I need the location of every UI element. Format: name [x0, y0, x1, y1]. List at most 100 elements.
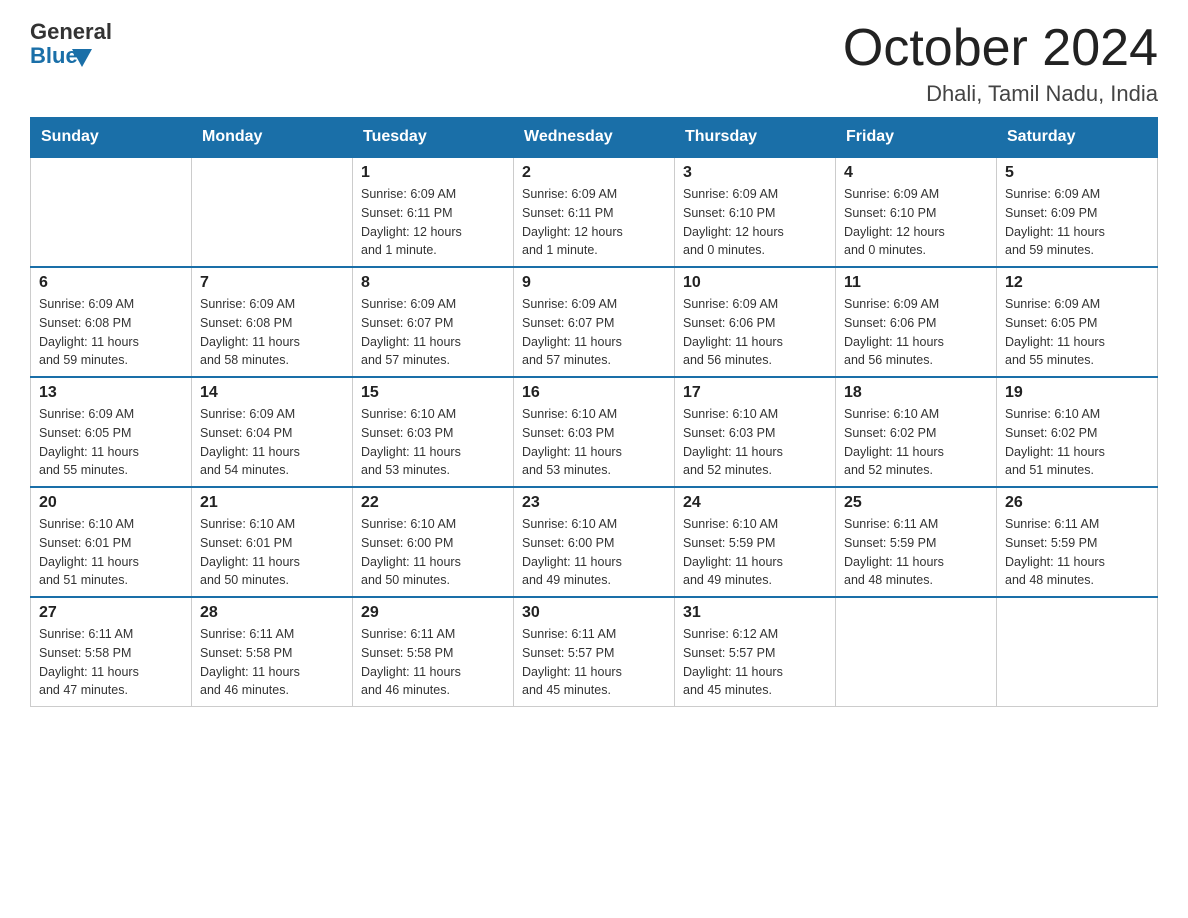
- header-tuesday: Tuesday: [353, 118, 514, 158]
- calendar-title: October 2024: [843, 20, 1158, 77]
- day-number: 15: [361, 384, 505, 402]
- header-wednesday: Wednesday: [514, 118, 675, 158]
- day-number: 1: [361, 164, 505, 182]
- day-info: Sunrise: 6:10 AM Sunset: 6:03 PM Dayligh…: [683, 405, 827, 480]
- day-number: 14: [200, 384, 344, 402]
- calendar-cell: 17 Sunrise: 6:10 AM Sunset: 6:03 PM Dayli…: [675, 377, 836, 487]
- day-info: Sunrise: 6:09 AM Sunset: 6:05 PM Dayligh…: [1005, 295, 1149, 370]
- day-info: Sunrise: 6:09 AM Sunset: 6:05 PM Dayligh…: [39, 405, 183, 480]
- day-number: 17: [683, 384, 827, 402]
- calendar-cell: 9 Sunrise: 6:09 AM Sunset: 6:07 PM Daylig…: [514, 267, 675, 377]
- title-area: October 2024 Dhali, Tamil Nadu, India: [843, 20, 1158, 107]
- day-info: Sunrise: 6:09 AM Sunset: 6:08 PM Dayligh…: [200, 295, 344, 370]
- day-number: 21: [200, 494, 344, 512]
- day-number: 28: [200, 604, 344, 622]
- calendar-table: SundayMondayTuesdayWednesdayThursdayFrid…: [30, 117, 1158, 707]
- day-number: 20: [39, 494, 183, 512]
- calendar-cell: 19 Sunrise: 6:10 AM Sunset: 6:02 PM Dayli…: [997, 377, 1158, 487]
- day-info: Sunrise: 6:11 AM Sunset: 5:59 PM Dayligh…: [1005, 515, 1149, 590]
- calendar-cell: 6 Sunrise: 6:09 AM Sunset: 6:08 PM Daylig…: [31, 267, 192, 377]
- calendar-cell: [836, 597, 997, 707]
- day-number: 4: [844, 164, 988, 182]
- day-number: 9: [522, 274, 666, 292]
- day-number: 3: [683, 164, 827, 182]
- day-number: 27: [39, 604, 183, 622]
- day-number: 31: [683, 604, 827, 622]
- day-number: 2: [522, 164, 666, 182]
- day-number: 13: [39, 384, 183, 402]
- calendar-cell: 28 Sunrise: 6:11 AM Sunset: 5:58 PM Dayli…: [192, 597, 353, 707]
- calendar-cell: 24Sunrise: 6:10 AM Sunset: 5:59 PM Dayli…: [675, 487, 836, 597]
- logo-blue: Blue: [30, 44, 78, 68]
- day-info: Sunrise: 6:12 AM Sunset: 5:57 PM Dayligh…: [683, 625, 827, 700]
- calendar-cell: 11Sunrise: 6:09 AM Sunset: 6:06 PM Dayli…: [836, 267, 997, 377]
- logo-general: General: [30, 20, 112, 44]
- day-number: 19: [1005, 384, 1149, 402]
- day-info: Sunrise: 6:11 AM Sunset: 5:58 PM Dayligh…: [361, 625, 505, 700]
- calendar-cell: 14Sunrise: 6:09 AM Sunset: 6:04 PM Dayli…: [192, 377, 353, 487]
- calendar-cell: 8 Sunrise: 6:09 AM Sunset: 6:07 PM Daylig…: [353, 267, 514, 377]
- calendar-cell: 13 Sunrise: 6:09 AM Sunset: 6:05 PM Dayli…: [31, 377, 192, 487]
- calendar-cell: 30Sunrise: 6:11 AM Sunset: 5:57 PM Dayli…: [514, 597, 675, 707]
- day-number: 25: [844, 494, 988, 512]
- calendar-week-1: 1 Sunrise: 6:09 AM Sunset: 6:11 PM Daylig…: [31, 157, 1158, 267]
- day-info: Sunrise: 6:10 AM Sunset: 6:01 PM Dayligh…: [200, 515, 344, 590]
- calendar-cell: 26Sunrise: 6:11 AM Sunset: 5:59 PM Dayli…: [997, 487, 1158, 597]
- calendar-cell: [31, 157, 192, 267]
- day-info: Sunrise: 6:09 AM Sunset: 6:07 PM Dayligh…: [361, 295, 505, 370]
- header-saturday: Saturday: [997, 118, 1158, 158]
- day-info: Sunrise: 6:09 AM Sunset: 6:06 PM Dayligh…: [683, 295, 827, 370]
- calendar-cell: 23 Sunrise: 6:10 AM Sunset: 6:00 PM Dayli…: [514, 487, 675, 597]
- day-info: Sunrise: 6:10 AM Sunset: 6:03 PM Dayligh…: [361, 405, 505, 480]
- calendar-cell: 21 Sunrise: 6:10 AM Sunset: 6:01 PM Dayli…: [192, 487, 353, 597]
- day-info: Sunrise: 6:10 AM Sunset: 6:00 PM Dayligh…: [522, 515, 666, 590]
- day-info: Sunrise: 6:10 AM Sunset: 6:01 PM Dayligh…: [39, 515, 183, 590]
- calendar-week-4: 20 Sunrise: 6:10 AM Sunset: 6:01 PM Dayli…: [31, 487, 1158, 597]
- day-info: Sunrise: 6:10 AM Sunset: 6:02 PM Dayligh…: [844, 405, 988, 480]
- day-number: 23: [522, 494, 666, 512]
- day-number: 10: [683, 274, 827, 292]
- day-number: 16: [522, 384, 666, 402]
- calendar-cell: [997, 597, 1158, 707]
- calendar-cell: 16Sunrise: 6:10 AM Sunset: 6:03 PM Dayli…: [514, 377, 675, 487]
- day-number: 18: [844, 384, 988, 402]
- calendar-cell: 12 Sunrise: 6:09 AM Sunset: 6:05 PM Dayli…: [997, 267, 1158, 377]
- calendar-cell: 31 Sunrise: 6:12 AM Sunset: 5:57 PM Dayli…: [675, 597, 836, 707]
- calendar-cell: 29Sunrise: 6:11 AM Sunset: 5:58 PM Dayli…: [353, 597, 514, 707]
- day-info: Sunrise: 6:10 AM Sunset: 6:00 PM Dayligh…: [361, 515, 505, 590]
- calendar-cell: 20 Sunrise: 6:10 AM Sunset: 6:01 PM Dayli…: [31, 487, 192, 597]
- day-number: 22: [361, 494, 505, 512]
- calendar-week-5: 27 Sunrise: 6:11 AM Sunset: 5:58 PM Dayli…: [31, 597, 1158, 707]
- calendar-cell: 5 Sunrise: 6:09 AM Sunset: 6:09 PM Daylig…: [997, 157, 1158, 267]
- day-info: Sunrise: 6:09 AM Sunset: 6:07 PM Dayligh…: [522, 295, 666, 370]
- day-info: Sunrise: 6:09 AM Sunset: 6:06 PM Dayligh…: [844, 295, 988, 370]
- logo-text: General Blue: [30, 20, 112, 68]
- calendar-cell: 2 Sunrise: 6:09 AM Sunset: 6:11 PM Daylig…: [514, 157, 675, 267]
- day-number: 5: [1005, 164, 1149, 182]
- day-info: Sunrise: 6:09 AM Sunset: 6:10 PM Dayligh…: [844, 185, 988, 260]
- calendar-cell: 3 Sunrise: 6:09 AM Sunset: 6:10 PM Daylig…: [675, 157, 836, 267]
- calendar-cell: 7Sunrise: 6:09 AM Sunset: 6:08 PM Daylig…: [192, 267, 353, 377]
- day-info: Sunrise: 6:09 AM Sunset: 6:11 PM Dayligh…: [522, 185, 666, 260]
- day-info: Sunrise: 6:09 AM Sunset: 6:10 PM Dayligh…: [683, 185, 827, 260]
- day-number: 6: [39, 274, 183, 292]
- calendar-cell: 18 Sunrise: 6:10 AM Sunset: 6:02 PM Dayli…: [836, 377, 997, 487]
- day-info: Sunrise: 6:09 AM Sunset: 6:08 PM Dayligh…: [39, 295, 183, 370]
- logo: General Blue: [30, 20, 112, 68]
- calendar-cell: 1 Sunrise: 6:09 AM Sunset: 6:11 PM Daylig…: [353, 157, 514, 267]
- day-info: Sunrise: 6:11 AM Sunset: 5:58 PM Dayligh…: [39, 625, 183, 700]
- day-info: Sunrise: 6:11 AM Sunset: 5:59 PM Dayligh…: [844, 515, 988, 590]
- calendar-cell: 10 Sunrise: 6:09 AM Sunset: 6:06 PM Dayli…: [675, 267, 836, 377]
- header-sunday: Sunday: [31, 118, 192, 158]
- calendar-week-3: 13 Sunrise: 6:09 AM Sunset: 6:05 PM Dayli…: [31, 377, 1158, 487]
- day-info: Sunrise: 6:10 AM Sunset: 6:02 PM Dayligh…: [1005, 405, 1149, 480]
- logo-triangle-icon: [72, 49, 92, 67]
- calendar-subtitle: Dhali, Tamil Nadu, India: [843, 81, 1158, 107]
- day-number: 12: [1005, 274, 1149, 292]
- day-info: Sunrise: 6:11 AM Sunset: 5:58 PM Dayligh…: [200, 625, 344, 700]
- calendar-cell: [192, 157, 353, 267]
- day-info: Sunrise: 6:09 AM Sunset: 6:11 PM Dayligh…: [361, 185, 505, 260]
- day-info: Sunrise: 6:09 AM Sunset: 6:09 PM Dayligh…: [1005, 185, 1149, 260]
- calendar-week-2: 6 Sunrise: 6:09 AM Sunset: 6:08 PM Daylig…: [31, 267, 1158, 377]
- day-number: 8: [361, 274, 505, 292]
